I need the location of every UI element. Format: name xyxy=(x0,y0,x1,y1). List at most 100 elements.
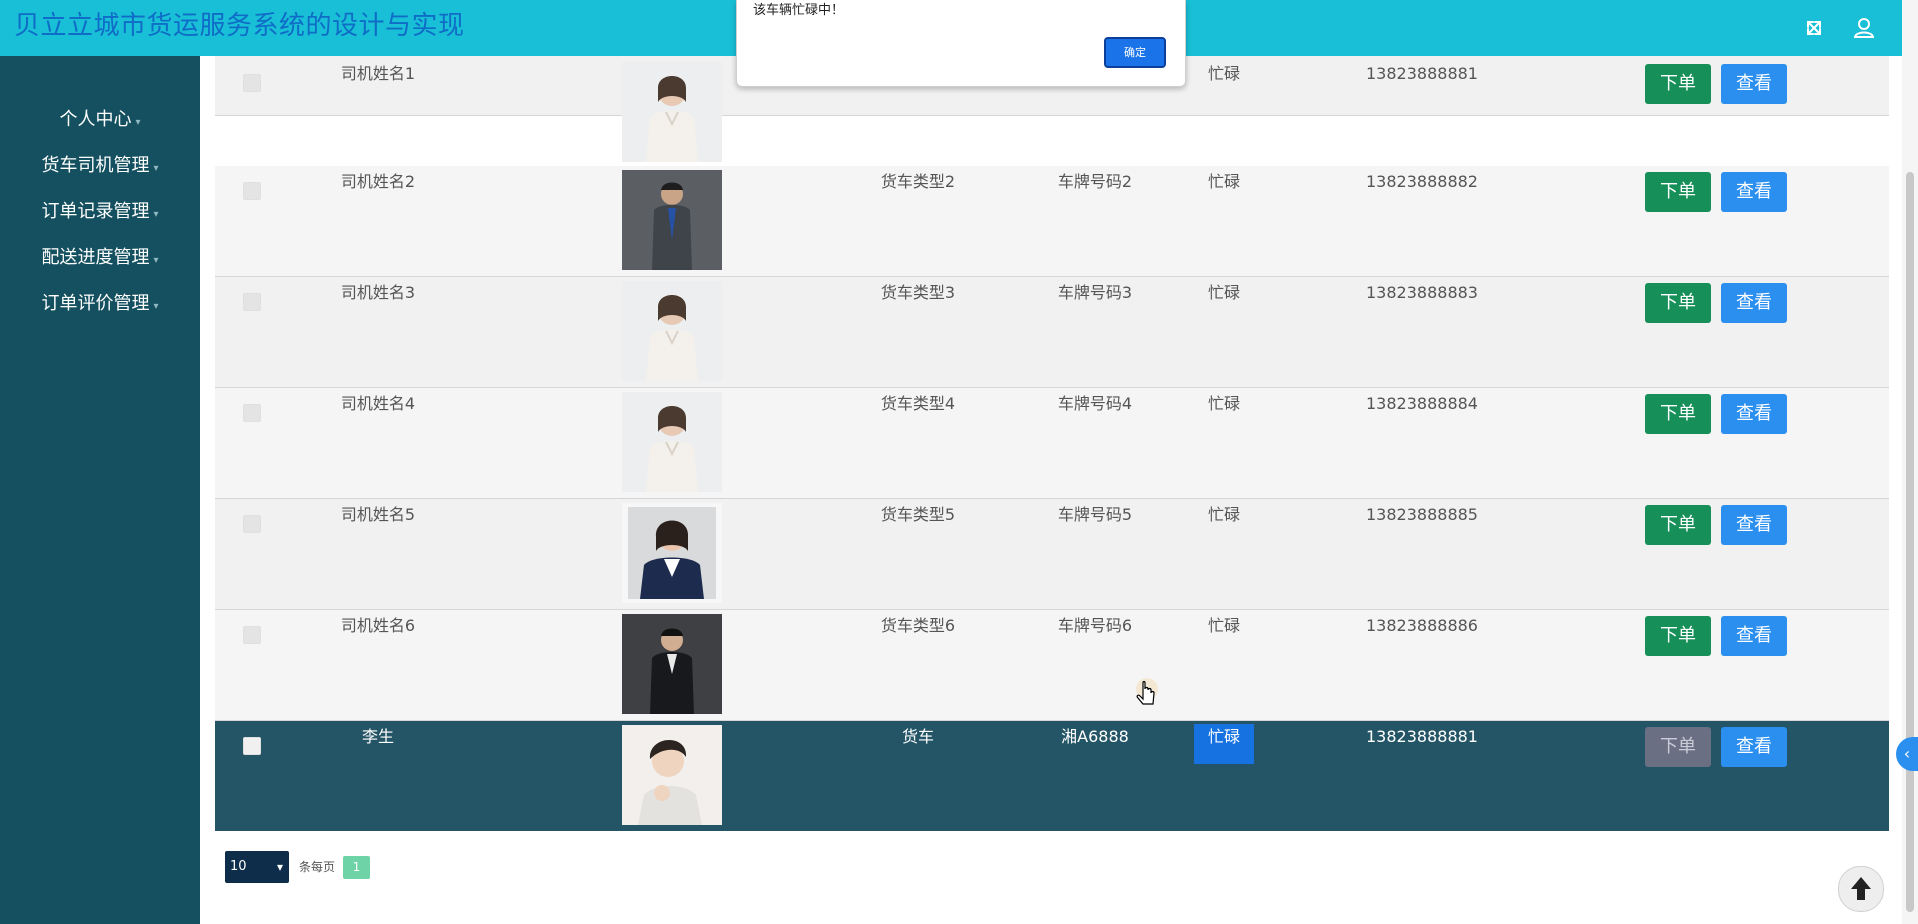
truck-type: 货车类型2 xyxy=(880,172,956,191)
dialog-ok-button[interactable]: 确定 xyxy=(1104,37,1166,68)
user-icon[interactable] xyxy=(1848,12,1880,44)
dialog-message: 该车辆忙碌中！ xyxy=(753,3,845,18)
driver-name: 司机姓名3 xyxy=(340,283,416,302)
order-button[interactable]: 下单 xyxy=(1645,505,1711,545)
table-row: 李生 32 货车 湘A6888 忙碌 13823888881 下单 查看 xyxy=(215,721,1889,831)
driver-name: 司机姓名2 xyxy=(340,172,416,191)
driver-photo xyxy=(622,503,722,603)
sidebar: 个人中心 ▾ 货车司机管理 ▾ 订单记录管理 ▾ 配送进度管理 ▾ 订单评价管理 ▾ xyxy=(0,56,200,924)
driver-name: 李生 xyxy=(361,727,394,746)
driver-photo xyxy=(622,725,722,825)
driver-phone: 13823888881 xyxy=(1366,64,1478,83)
sidebar-item-label: 订单记录管理 xyxy=(41,201,150,222)
plate-number: 车牌号码3 xyxy=(1057,283,1133,302)
row-checkbox[interactable] xyxy=(243,293,261,311)
row-checkbox[interactable] xyxy=(243,515,261,533)
order-button[interactable]: 下单 xyxy=(1645,727,1711,767)
sidebar-item-label: 个人中心 xyxy=(59,109,132,130)
driver-phone: 13823888884 xyxy=(1366,394,1478,413)
truck-type: 货车类型3 xyxy=(880,283,956,302)
driver-phone: 13823888883 xyxy=(1366,283,1478,302)
truck-type: 货车类型5 xyxy=(880,505,956,524)
driver-name: 司机姓名6 xyxy=(340,616,416,635)
row-checkbox[interactable] xyxy=(243,404,261,422)
driver-phone: 13823888882 xyxy=(1366,172,1478,191)
driver-status: 忙碌 xyxy=(1207,283,1240,302)
row-checkbox[interactable] xyxy=(243,182,261,200)
view-button[interactable]: 查看 xyxy=(1721,616,1787,656)
per-page-label: 条每页 xyxy=(299,860,336,874)
plate-number: 湘A6888 xyxy=(1061,727,1129,746)
chevron-down-icon: ▾ xyxy=(153,163,159,174)
page-number-current[interactable]: 1 xyxy=(343,856,370,879)
sidebar-item-label: 订单评价管理 xyxy=(41,293,150,314)
driver-photo xyxy=(622,281,722,381)
sidebar-item-delivery-progress[interactable]: 配送进度管理 ▾ xyxy=(0,238,200,278)
sidebar-item-label: 配送进度管理 xyxy=(41,247,150,268)
driver-status: 忙碌 xyxy=(1207,616,1240,635)
sidebar-item-driver-management[interactable]: 货车司机管理 ▾ xyxy=(0,146,200,186)
driver-name: 司机姓名5 xyxy=(340,505,416,524)
view-button[interactable]: 查看 xyxy=(1721,505,1787,545)
row-checkbox[interactable] xyxy=(243,74,261,92)
chevron-down-icon: ▾ xyxy=(135,117,141,128)
order-button[interactable]: 下单 xyxy=(1645,616,1711,656)
driver-status: 忙碌 xyxy=(1207,505,1240,524)
truck-type: 货车类型6 xyxy=(880,616,956,635)
truck-type: 货车类型4 xyxy=(880,394,956,413)
driver-name: 司机姓名1 xyxy=(340,64,416,83)
driver-photo xyxy=(622,62,722,162)
back-to-top-icon[interactable] xyxy=(1838,866,1884,912)
plate-number: 车牌号码6 xyxy=(1057,616,1133,635)
view-button[interactable]: 查看 xyxy=(1721,727,1787,767)
view-button[interactable]: 查看 xyxy=(1721,283,1787,323)
view-button[interactable]: 查看 xyxy=(1721,64,1787,104)
driver-phone: 13823888886 xyxy=(1366,616,1478,635)
driver-status: 忙碌 xyxy=(1207,394,1240,413)
plate-number: 车牌号码2 xyxy=(1057,172,1133,191)
table-row: 司机姓名4 4 货车类型4 车牌号码4 忙碌 13823888884 下单 查看 xyxy=(215,388,1889,499)
page-size-select[interactable]: 10 ▾ xyxy=(225,851,289,883)
table-row: 司机姓名2 2 货车类型2 车牌号码2 忙碌 13823888882 下单 查看 xyxy=(215,166,1889,277)
driver-photo xyxy=(622,170,722,270)
row-checkbox[interactable] xyxy=(243,737,261,755)
driver-table: 司机姓名1 32 忙碌 13823888881 下单 查看 司机姓名2 2 货车… xyxy=(215,56,1889,831)
view-button[interactable]: 查看 xyxy=(1721,172,1787,212)
expand-icon[interactable] xyxy=(1798,12,1830,44)
chevron-left-icon[interactable]: ‹ xyxy=(1896,737,1918,771)
scrollbar-thumb[interactable] xyxy=(1906,172,1914,912)
order-button[interactable]: 下单 xyxy=(1645,394,1711,434)
chevron-down-icon: ▾ xyxy=(276,860,283,874)
driver-status: 忙碌 xyxy=(1207,64,1240,83)
table-row: 司机姓名5 5 货车类型5 车牌号码5 忙碌 13823888885 下单 查看 xyxy=(215,499,1889,610)
plate-number: 车牌号码4 xyxy=(1057,394,1133,413)
driver-name: 司机姓名4 xyxy=(340,394,416,413)
view-button[interactable]: 查看 xyxy=(1721,394,1787,434)
order-button[interactable]: 下单 xyxy=(1645,283,1711,323)
table-row: 司机姓名3 3 货车类型3 车牌号码3 忙碌 13823888883 下单 查看 xyxy=(215,277,1889,388)
driver-status: 忙碌 xyxy=(1194,724,1254,764)
sidebar-item-order-records[interactable]: 订单记录管理 ▾ xyxy=(0,192,200,232)
hand-cursor-icon xyxy=(1127,673,1167,713)
sidebar-item-label: 货车司机管理 xyxy=(41,155,150,176)
scrollbar[interactable] xyxy=(1902,0,1918,924)
chevron-down-icon: ▾ xyxy=(153,209,159,220)
plate-number: 车牌号码5 xyxy=(1057,505,1133,524)
driver-phone: 13823888881 xyxy=(1366,727,1478,746)
sidebar-item-order-reviews[interactable]: 订单评价管理 ▾ xyxy=(0,284,200,324)
chevron-down-icon: ▾ xyxy=(153,301,159,312)
truck-type: 货车 xyxy=(901,727,934,746)
row-checkbox[interactable] xyxy=(243,626,261,644)
order-button[interactable]: 下单 xyxy=(1645,172,1711,212)
page-size-value: 10 xyxy=(230,859,247,874)
table-row: 司机姓名6 6 货车类型6 车牌号码6 忙碌 13823888886 下单 查看 xyxy=(215,610,1889,721)
chevron-down-icon: ▾ xyxy=(153,255,159,266)
driver-status: 忙碌 xyxy=(1207,172,1240,191)
alert-dialog: 该车辆忙碌中！ 确定 xyxy=(736,0,1186,87)
sidebar-item-personal-center[interactable]: 个人中心 ▾ xyxy=(0,100,200,140)
driver-photo xyxy=(622,392,722,492)
driver-photo xyxy=(622,614,722,714)
app-title: 贝立立城市货运服务系统的设计与实现 xyxy=(14,11,465,41)
order-button[interactable]: 下单 xyxy=(1645,64,1711,104)
driver-phone: 13823888885 xyxy=(1366,505,1478,524)
